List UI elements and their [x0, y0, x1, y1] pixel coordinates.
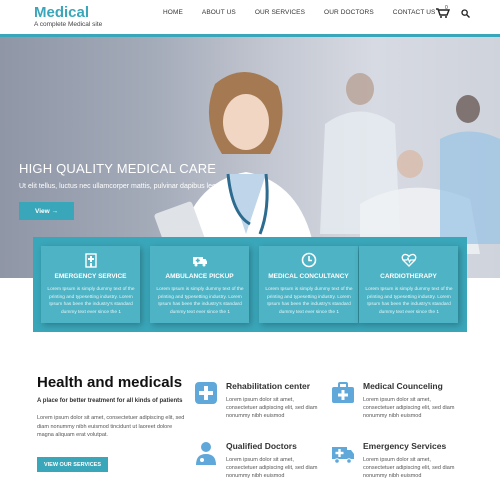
feature-card-cardiotherapy[interactable]: CARDIOTHERAPY Lorem Ipsum is simply dumm… [359, 246, 458, 323]
service-text: Lorem ipsum dolor sit amet, consectetuer… [226, 457, 318, 479]
feature-text: Lorem Ipsum is simply dummy text of the … [265, 287, 353, 315]
hero-view-button[interactable]: View → [19, 202, 74, 220]
logo-title[interactable]: Medical [34, 4, 89, 21]
feature-title: MEDICAL CONCULTANCY [268, 273, 349, 280]
medical-kit-icon [332, 382, 354, 403]
feature-card-consultancy[interactable]: MEDICAL CONCULTANCY Lorem Ipsum is simpl… [259, 246, 358, 323]
about-tagline: A place for better treatment for all kin… [37, 398, 183, 404]
hospital-icon [85, 253, 97, 268]
feature-text: Lorem Ipsum is simply dummy text of the … [156, 287, 244, 315]
service-text: Lorem ipsum dolor sit amet, consectetuer… [363, 457, 455, 479]
service-title: Medical Counceling [363, 381, 443, 391]
about-heading: Health and medicals [37, 374, 183, 391]
search-icon[interactable] [461, 9, 470, 18]
plus-icon [195, 382, 217, 404]
ambulance-icon [193, 257, 207, 267]
main-nav: HOME ABOUT US OUR SERVICES OUR DOCTORS C… [163, 9, 454, 16]
about-paragraph: Lorem ipsum dolor sit amet, consectetuer… [37, 415, 185, 438]
nav-home[interactable]: HOME [163, 9, 183, 16]
heartbeat-icon [401, 253, 417, 267]
feature-text: Lorem Ipsum is simply dummy text of the … [365, 287, 453, 315]
feature-title: EMERGENCY SERVICE [54, 273, 127, 280]
service-title: Rehabilitation center [226, 381, 311, 391]
clock-icon [301, 252, 317, 268]
feature-card-ambulance[interactable]: AMBULANCE PICKUP Lorem Ipsum is simply d… [150, 246, 249, 323]
feature-title: AMBULANCE PICKUP [165, 273, 234, 280]
service-text: Lorem ipsum dolor sit amet, consectetuer… [226, 397, 318, 419]
feature-text: Lorem Ipsum is simply dummy text of the … [47, 287, 135, 315]
service-title: Emergency Services [363, 441, 447, 451]
feature-card-emergency[interactable]: EMERGENCY SERVICE Lorem Ipsum is simply … [41, 246, 140, 323]
nav-about-us[interactable]: ABOUT US [202, 9, 236, 16]
cart-count: 0 [445, 5, 448, 11]
feature-title: CARDIOTHERAPY [380, 273, 437, 280]
view-services-button[interactable]: VIEW OUR SERVICES [37, 457, 108, 472]
nav-our-doctors[interactable]: OUR DOCTORS [324, 9, 374, 16]
ambulance-icon [332, 447, 354, 464]
hero-title: HIGH QUALITY MEDICAL CARE [19, 161, 217, 176]
doctor-icon [196, 442, 216, 465]
nav-contact-us[interactable]: CONTACT US [393, 9, 436, 16]
service-text: Lorem ipsum dolor sit amet, consectetuer… [363, 397, 455, 419]
logo-subtitle: A complete Medical site [34, 21, 103, 28]
site-header: Medical A complete Medical site HOME ABO… [0, 0, 500, 34]
service-title: Qualified Doctors [226, 441, 297, 451]
hero-subtitle: Ut elit tellus, luctus nec ullamcorper m… [19, 183, 218, 190]
nav-our-services[interactable]: OUR SERVICES [255, 9, 305, 16]
